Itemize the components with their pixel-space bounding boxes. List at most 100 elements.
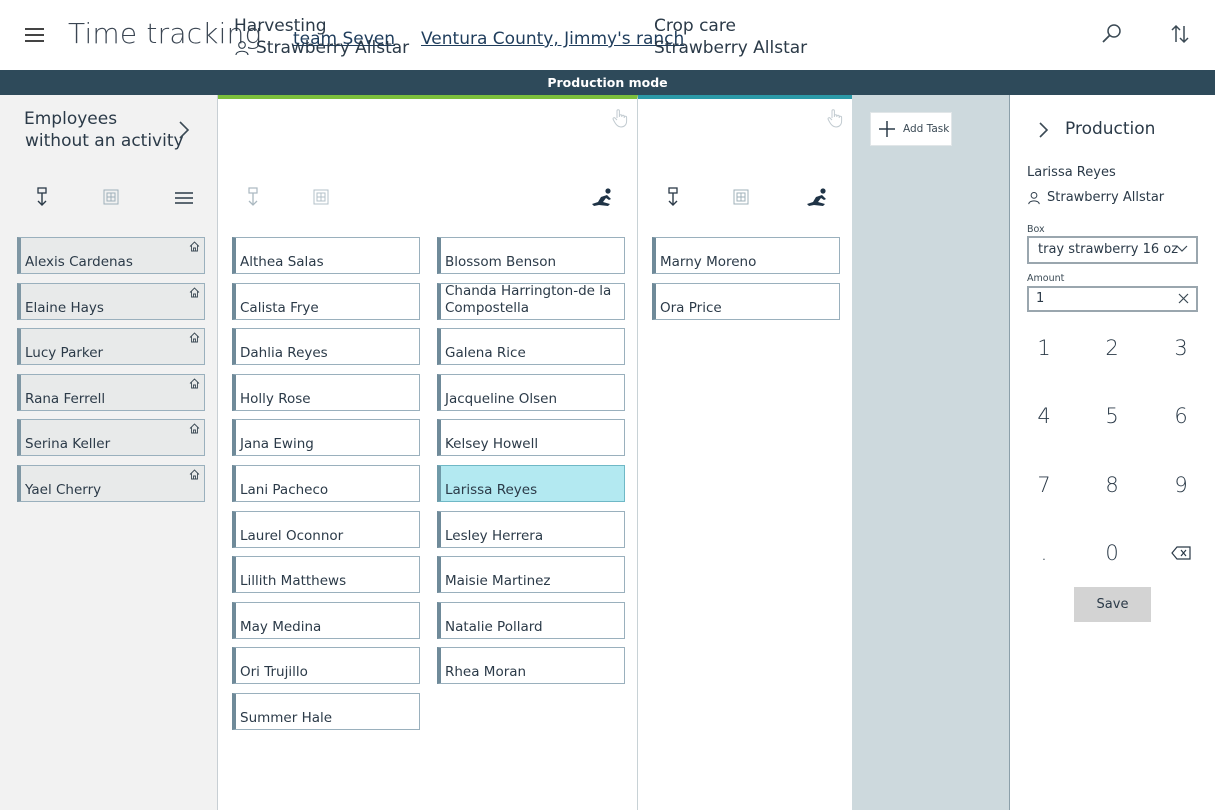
- employee-card[interactable]: Lillith Matthews: [232, 556, 420, 594]
- employee-name-line2: Compostella: [445, 299, 530, 316]
- home-icon: [189, 241, 200, 252]
- employee-card[interactable]: Jana Ewing: [232, 419, 420, 457]
- employee-name: Rana Ferrell: [25, 390, 106, 407]
- employee-name: Lucy Parker: [25, 345, 104, 362]
- employee-card[interactable]: Elaine Hays: [17, 282, 205, 320]
- sort-icon[interactable]: [1168, 22, 1192, 46]
- keypad-key[interactable]: 9: [1161, 465, 1201, 505]
- grid-view-icon[interactable]: [100, 186, 122, 208]
- production-crop: Strawberry Allstar: [1047, 190, 1165, 205]
- employee-card[interactable]: Chanda Harrington-de la Compostella: [437, 282, 625, 320]
- employee-name-line1: Chanda Harrington-de la: [445, 282, 612, 299]
- employee-card[interactable]: Yael Cherry: [17, 465, 205, 502]
- home-icon: [189, 423, 200, 434]
- hand-icon[interactable]: [826, 108, 844, 128]
- employee-card[interactable]: Lani Pacheco: [232, 465, 420, 502]
- employee-name: Lesley Herrera: [445, 527, 544, 544]
- chevron-down-icon: [1176, 245, 1188, 252]
- hand-icon[interactable]: [611, 108, 629, 128]
- keypad-key[interactable]: 6: [1161, 396, 1201, 436]
- add-task-label: Add Task: [903, 123, 950, 135]
- employee-card[interactable]: Galena Rice: [437, 328, 625, 366]
- employee-card[interactable]: Jacqueline Olsen: [437, 373, 625, 411]
- employee-name: Galena Rice: [445, 345, 526, 362]
- employee-card[interactable]: Dahlia Reyes: [232, 328, 420, 366]
- farmer-icon[interactable]: [590, 186, 616, 208]
- unassigned-title-line2: without an activity: [25, 131, 184, 151]
- employee-card[interactable]: Althea Salas: [232, 237, 420, 274]
- crop-care-title: Crop care: [654, 16, 736, 36]
- employee-card[interactable]: Maisie Martinez: [437, 556, 625, 594]
- employee-card[interactable]: May Medina: [232, 601, 420, 639]
- employee-card[interactable]: Holly Rose: [232, 373, 420, 411]
- employee-name: Jana Ewing: [240, 436, 314, 453]
- save-button[interactable]: Save: [1074, 587, 1151, 622]
- employee-name: Alexis Cardenas: [25, 254, 133, 270]
- employee-card[interactable]: Lucy Parker: [17, 328, 205, 366]
- employee-card[interactable]: Rhea Moran: [437, 647, 625, 685]
- home-icon: [189, 378, 200, 389]
- employee-card[interactable]: Blossom Benson: [437, 237, 625, 274]
- employee-name: Larissa Reyes: [445, 482, 538, 498]
- keypad-key[interactable]: 5: [1092, 396, 1132, 436]
- keypad-key[interactable]: .: [1024, 533, 1064, 573]
- download-sort-icon[interactable]: [662, 186, 684, 208]
- download-sort-icon[interactable]: [31, 186, 53, 208]
- grid-view-icon[interactable]: [310, 186, 332, 208]
- harvesting-title: Harvesting: [234, 16, 327, 36]
- employee-name: Chanda Harrington-de la Compostella: [445, 283, 611, 317]
- unassigned-panel-title: Employees without an activity: [24, 108, 184, 152]
- employee-card[interactable]: Natalie Pollard: [437, 601, 625, 639]
- employee-name: Blossom Benson: [445, 254, 557, 270]
- employee-card[interactable]: Ora Price: [652, 282, 840, 320]
- employee-card[interactable]: Calista Frye: [232, 282, 420, 320]
- home-icon: [189, 286, 200, 298]
- keypad-key[interactable]: 3: [1161, 328, 1201, 368]
- grid-view-icon[interactable]: [730, 186, 752, 208]
- production-mode-bar: Production mode: [0, 70, 1215, 95]
- chevron-right-icon[interactable]: [1038, 120, 1050, 140]
- search-icon[interactable]: [1100, 22, 1124, 46]
- download-sort-icon[interactable]: [242, 186, 264, 208]
- add-task-button[interactable]: Add Task: [870, 112, 952, 146]
- clear-icon[interactable]: [1178, 293, 1189, 304]
- farmer-icon[interactable]: [805, 186, 831, 208]
- crop-care-header: Crop care Strawberry Allstar: [654, 15, 807, 59]
- keypad-key[interactable]: 8: [1092, 465, 1132, 505]
- employee-card[interactable]: Marny Moreno: [652, 237, 840, 274]
- location-link[interactable]: Ventura County, Jimmy's ranch: [421, 29, 684, 49]
- employee-name: Jacqueline Olsen: [445, 390, 558, 407]
- list-view-icon[interactable]: [173, 188, 195, 210]
- backspace-key[interactable]: [1161, 533, 1201, 573]
- employee-name: Marny Moreno: [660, 254, 757, 270]
- chevron-right-icon[interactable]: [177, 119, 191, 141]
- box-select[interactable]: tray strawberry 16 oz: [1027, 236, 1198, 264]
- employee-name: Natalie Pollard: [445, 618, 543, 635]
- amount-field[interactable]: 1: [1027, 286, 1198, 312]
- keypad-key[interactable]: 2: [1092, 328, 1132, 368]
- keypad-key[interactable]: 7: [1024, 465, 1064, 505]
- employee-card[interactable]: Summer Hale: [232, 693, 420, 730]
- employee-card[interactable]: Kelsey Howell: [437, 419, 625, 457]
- unassigned-title-line1: Employees: [24, 109, 118, 129]
- employee-card[interactable]: Laurel Oconnor: [232, 510, 420, 548]
- employee-name: Calista Frye: [240, 299, 319, 316]
- person-icon: [235, 41, 249, 56]
- employee-card[interactable]: Serina Keller: [17, 419, 205, 457]
- production-crop-row: Strawberry Allstar: [1027, 190, 1164, 205]
- production-title: Production: [1065, 119, 1156, 139]
- harvesting-crop-row: Strawberry Allstar: [234, 37, 409, 59]
- plus-icon: [879, 121, 895, 137]
- menu-icon[interactable]: [25, 28, 44, 42]
- employee-name: Maisie Martinez: [445, 573, 551, 590]
- employee-card[interactable]: Larissa Reyes: [437, 465, 625, 502]
- keypad-key[interactable]: 4: [1024, 396, 1064, 436]
- employee-card[interactable]: Alexis Cardenas: [17, 237, 205, 274]
- production-employee-name: Larissa Reyes: [1027, 165, 1116, 180]
- employee-card[interactable]: Rana Ferrell: [17, 373, 205, 411]
- employee-name: Holly Rose: [240, 390, 311, 407]
- employee-card[interactable]: Lesley Herrera: [437, 510, 625, 548]
- keypad-key[interactable]: 1: [1024, 328, 1064, 368]
- employee-card[interactable]: Ori Trujillo: [232, 647, 420, 685]
- keypad-key[interactable]: 0: [1092, 533, 1132, 573]
